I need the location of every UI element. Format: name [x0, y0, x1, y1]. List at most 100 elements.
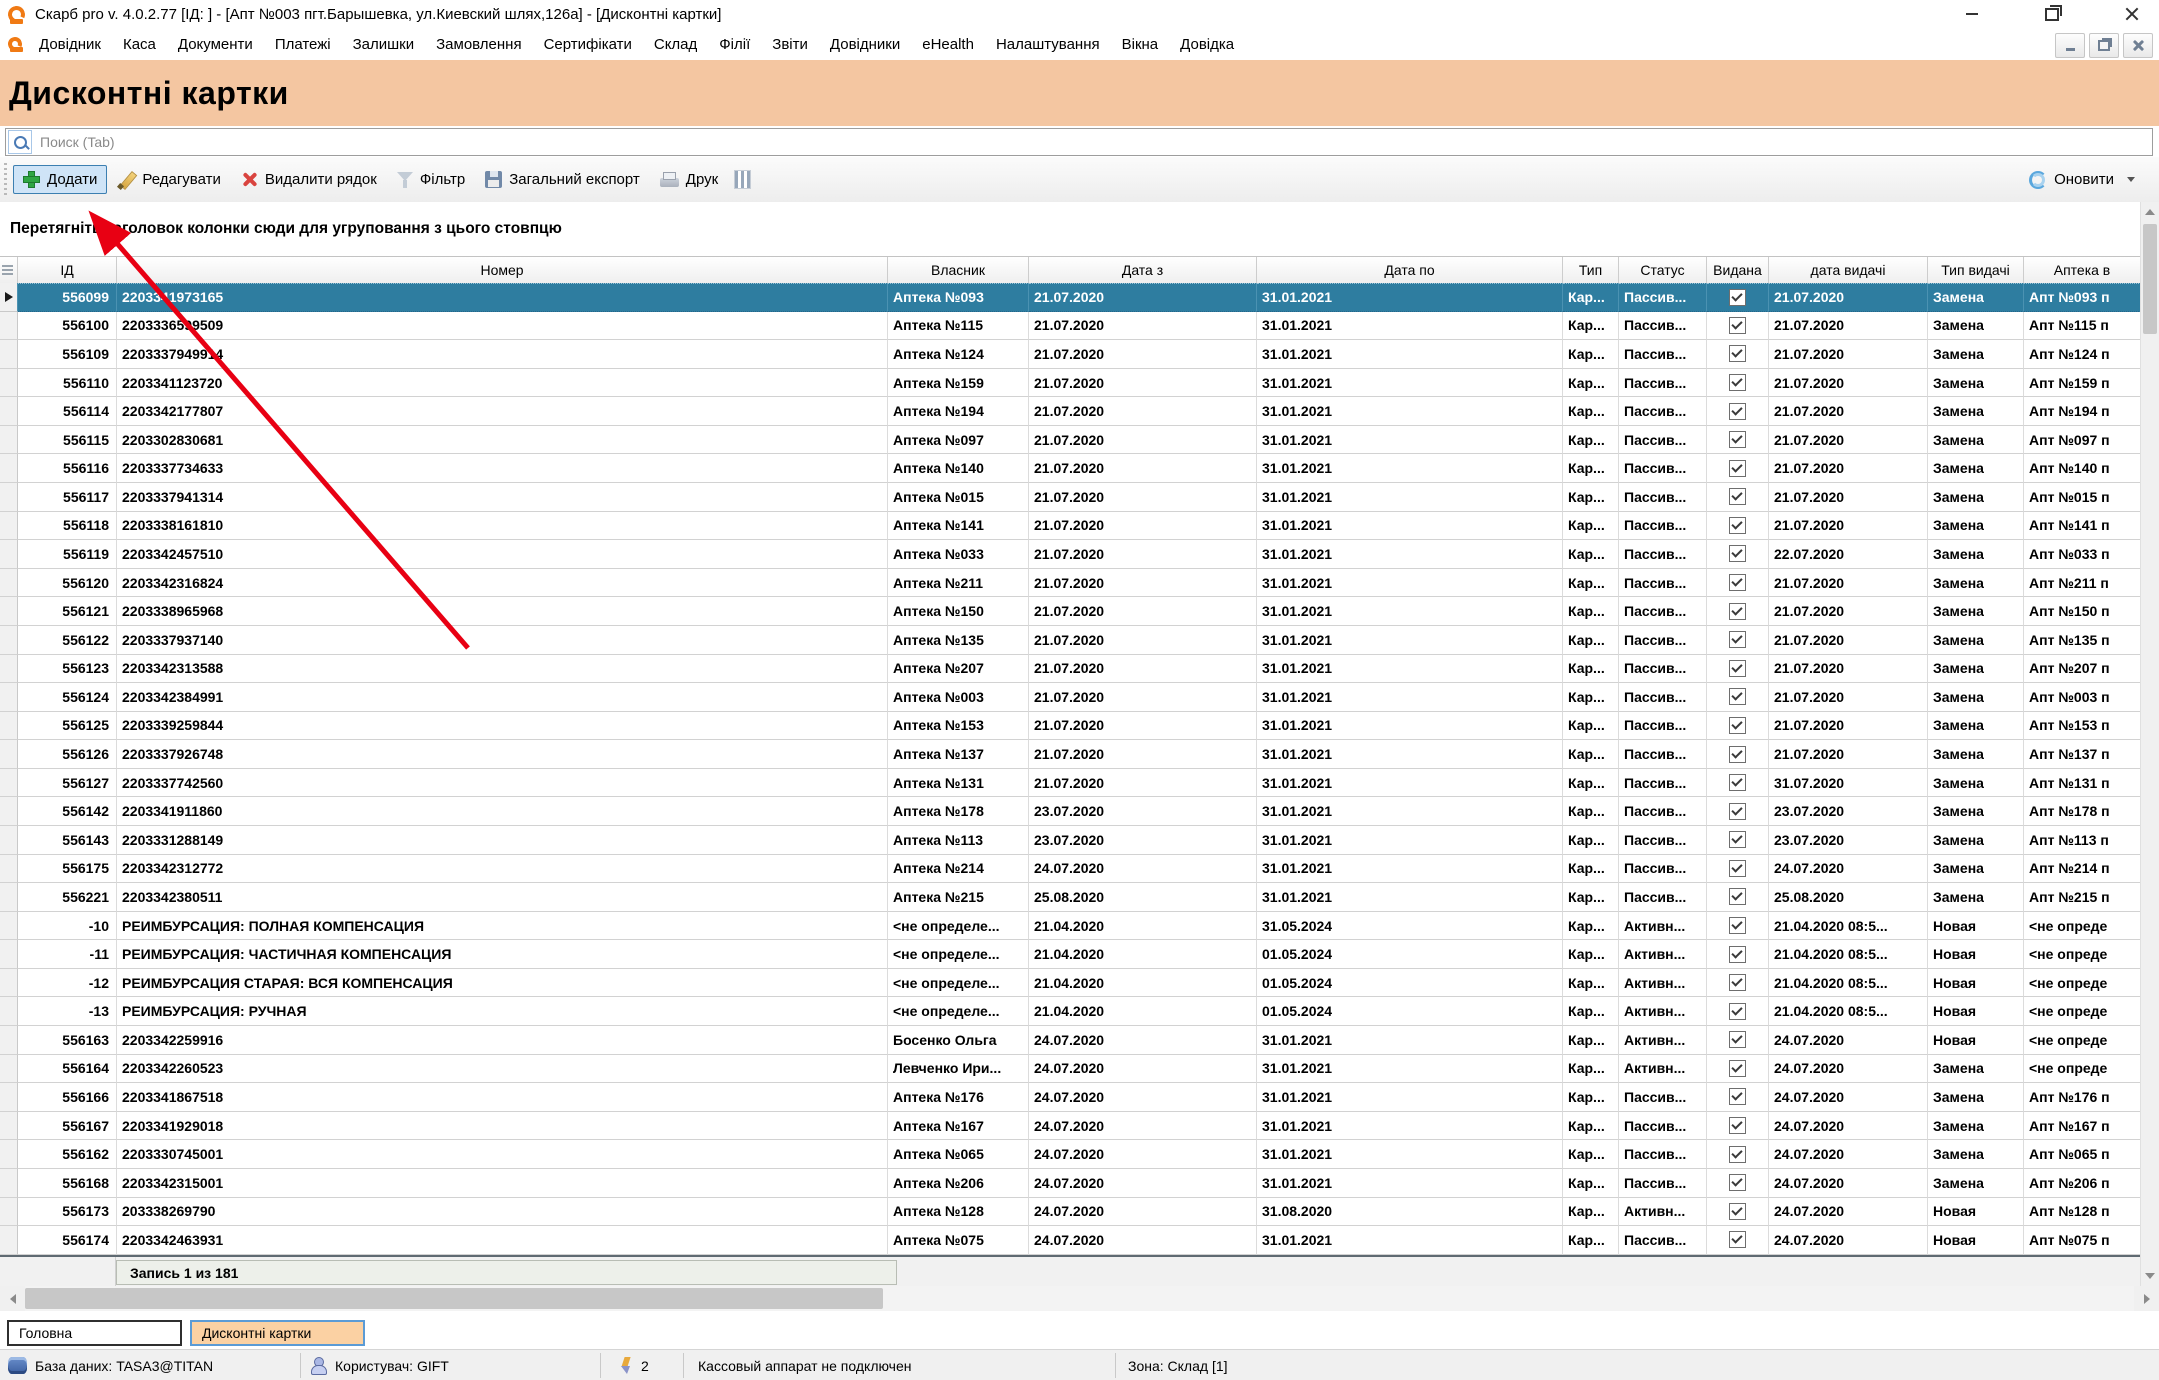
- issued-checkbox[interactable]: [1729, 631, 1746, 648]
- toolbar-grip[interactable]: [2, 163, 9, 197]
- scroll-left-icon[interactable]: [0, 1286, 25, 1311]
- table-row[interactable]: 556221 2203342380511 Аптека №215 25.08.2…: [0, 883, 2141, 912]
- table-row[interactable]: 556125 2203339259844 Аптека №153 21.07.2…: [0, 712, 2141, 741]
- column-header-status[interactable]: Статус: [1619, 257, 1707, 284]
- issued-checkbox[interactable]: [1729, 888, 1746, 905]
- table-row[interactable]: 556118 2203338161810 Аптека №141 21.07.2…: [0, 512, 2141, 541]
- minimize-icon[interactable]: [1955, 2, 1989, 26]
- issued-checkbox[interactable]: [1729, 774, 1746, 791]
- document-tab[interactable]: Головна: [7, 1320, 182, 1346]
- table-row[interactable]: 556143 2203331288149 Аптека №113 23.07.2…: [0, 826, 2141, 855]
- mdi-restore-icon[interactable]: [2089, 33, 2119, 58]
- menu-item[interactable]: Довідники: [819, 32, 911, 57]
- table-row[interactable]: 556121 2203338965968 Аптека №150 21.07.2…: [0, 597, 2141, 626]
- table-row[interactable]: 556142 2203341911860 Аптека №178 23.07.2…: [0, 797, 2141, 826]
- issued-checkbox[interactable]: [1729, 431, 1746, 448]
- table-row[interactable]: -13 РЕИМБУРСАЦИЯ: РУЧНАЯ <не определе...…: [0, 997, 2141, 1026]
- menu-item[interactable]: Довідка: [1169, 32, 1245, 57]
- table-row[interactable]: 556123 2203342313588 Аптека №207 21.07.2…: [0, 655, 2141, 684]
- issued-checkbox[interactable]: [1729, 1231, 1746, 1248]
- issued-checkbox[interactable]: [1729, 803, 1746, 820]
- filter-button[interactable]: Фільтр: [387, 165, 475, 194]
- issued-checkbox[interactable]: [1729, 517, 1746, 534]
- mdi-minimize-icon[interactable]: [2055, 33, 2085, 58]
- column-header-id[interactable]: ІД: [18, 257, 117, 284]
- table-row[interactable]: 556110 2203341123720 Аптека №159 21.07.2…: [0, 369, 2141, 398]
- issued-checkbox[interactable]: [1729, 488, 1746, 505]
- scroll-up-icon[interactable]: [2141, 202, 2159, 222]
- column-header-type[interactable]: Тип: [1563, 257, 1619, 284]
- issued-checkbox[interactable]: [1729, 574, 1746, 591]
- menu-item[interactable]: Замовлення: [425, 32, 532, 57]
- issued-checkbox[interactable]: [1729, 317, 1746, 334]
- table-row[interactable]: 556126 2203337926748 Аптека №137 21.07.2…: [0, 740, 2141, 769]
- issued-checkbox[interactable]: [1729, 289, 1746, 306]
- table-row[interactable]: 556173 203338269790 Аптека №128 24.07.20…: [0, 1198, 2141, 1227]
- group-by-hint[interactable]: Перетягніть заголовок колонки сюди для у…: [0, 202, 2141, 256]
- issued-checkbox[interactable]: [1729, 374, 1746, 391]
- table-row[interactable]: 556109 2203337949914 Аптека №124 21.07.2…: [0, 340, 2141, 369]
- issued-checkbox[interactable]: [1729, 1174, 1746, 1191]
- issued-checkbox[interactable]: [1729, 717, 1746, 734]
- column-header-date-from[interactable]: Дата з: [1029, 257, 1257, 284]
- table-row[interactable]: 556175 2203342312772 Аптека №214 24.07.2…: [0, 855, 2141, 884]
- menu-item[interactable]: Налаштування: [985, 32, 1111, 57]
- table-row[interactable]: 556120 2203342316824 Аптека №211 21.07.2…: [0, 569, 2141, 598]
- scroll-right-icon[interactable]: [2134, 1286, 2159, 1311]
- table-row[interactable]: 556167 2203341929018 Аптека №167 24.07.2…: [0, 1112, 2141, 1141]
- table-row[interactable]: 556114 2203342177807 Аптека №194 21.07.2…: [0, 397, 2141, 426]
- issued-checkbox[interactable]: [1729, 1003, 1746, 1020]
- issued-checkbox[interactable]: [1729, 688, 1746, 705]
- menu-item[interactable]: eHealth: [911, 32, 985, 57]
- table-row[interactable]: 556099 2203341973165 Аптека №093 21.07.2…: [0, 283, 2141, 312]
- export-button[interactable]: Загальний експорт: [475, 165, 650, 194]
- issued-checkbox[interactable]: [1729, 345, 1746, 362]
- vertical-scroll-thumb[interactable]: [2143, 224, 2157, 334]
- menu-item[interactable]: Склад: [643, 32, 708, 57]
- column-chooser-icon[interactable]: [734, 170, 751, 189]
- issued-checkbox[interactable]: [1729, 1060, 1746, 1077]
- table-row[interactable]: 556119 2203342457510 Аптека №033 21.07.2…: [0, 540, 2141, 569]
- table-row[interactable]: 556127 2203337742560 Аптека №131 21.07.2…: [0, 769, 2141, 798]
- refresh-button[interactable]: Оновити: [2019, 165, 2145, 195]
- table-row[interactable]: -10 РЕИМБУРСАЦИЯ: ПОЛНАЯ КОМПЕНСАЦИЯ <не…: [0, 912, 2141, 941]
- issued-checkbox[interactable]: [1729, 831, 1746, 848]
- menu-item[interactable]: Вікна: [1111, 32, 1170, 57]
- menu-item[interactable]: Документи: [167, 32, 264, 57]
- issued-checkbox[interactable]: [1729, 974, 1746, 991]
- column-header-number[interactable]: Номер: [117, 257, 888, 284]
- issued-checkbox[interactable]: [1729, 660, 1746, 677]
- horizontal-scroll-thumb[interactable]: [25, 1288, 883, 1309]
- search-input[interactable]: [38, 133, 2152, 151]
- issued-checkbox[interactable]: [1729, 460, 1746, 477]
- column-header-issue-date[interactable]: дата видачі: [1769, 257, 1928, 284]
- issued-checkbox[interactable]: [1729, 1031, 1746, 1048]
- close-icon[interactable]: [2115, 2, 2149, 26]
- table-row[interactable]: 556168 2203342315001 Аптека №206 24.07.2…: [0, 1169, 2141, 1198]
- issued-checkbox[interactable]: [1729, 1146, 1746, 1163]
- issued-checkbox[interactable]: [1729, 603, 1746, 620]
- document-tab[interactable]: Дисконтні картки: [190, 1320, 365, 1346]
- issued-checkbox[interactable]: [1729, 946, 1746, 963]
- column-header-pharmacy[interactable]: Аптека в: [2024, 257, 2141, 284]
- table-row[interactable]: 556166 2203341867518 Аптека №176 24.07.2…: [0, 1083, 2141, 1112]
- table-row[interactable]: 556124 2203342384991 Аптека №003 21.07.2…: [0, 683, 2141, 712]
- table-row[interactable]: 556100 2203336599509 Аптека №115 21.07.2…: [0, 312, 2141, 341]
- edit-button[interactable]: Редагувати: [107, 165, 231, 195]
- menu-item[interactable]: Залишки: [342, 32, 426, 57]
- column-header-owner[interactable]: Власник: [888, 257, 1029, 284]
- issued-checkbox[interactable]: [1729, 545, 1746, 562]
- table-row[interactable]: 556117 2203337941314 Аптека №015 21.07.2…: [0, 483, 2141, 512]
- vertical-scrollbar[interactable]: [2140, 202, 2159, 1286]
- menu-item[interactable]: Філії: [708, 32, 761, 57]
- issued-checkbox[interactable]: [1729, 1088, 1746, 1105]
- table-row[interactable]: -12 РЕИМБУРСАЦИЯ СТАРАЯ: ВСЯ КОМПЕНСАЦИЯ…: [0, 969, 2141, 998]
- chevron-down-icon[interactable]: [2127, 177, 2135, 182]
- column-header-date-to[interactable]: Дата по: [1257, 257, 1563, 284]
- menu-item[interactable]: Каса: [112, 32, 167, 57]
- scroll-down-icon[interactable]: [2141, 1266, 2159, 1286]
- horizontal-scrollbar[interactable]: [0, 1286, 2159, 1311]
- add-button[interactable]: Додати: [13, 165, 107, 194]
- table-row[interactable]: 556162 2203330745001 Аптека №065 24.07.2…: [0, 1140, 2141, 1169]
- table-row[interactable]: 556122 2203337937140 Аптека №135 21.07.2…: [0, 626, 2141, 655]
